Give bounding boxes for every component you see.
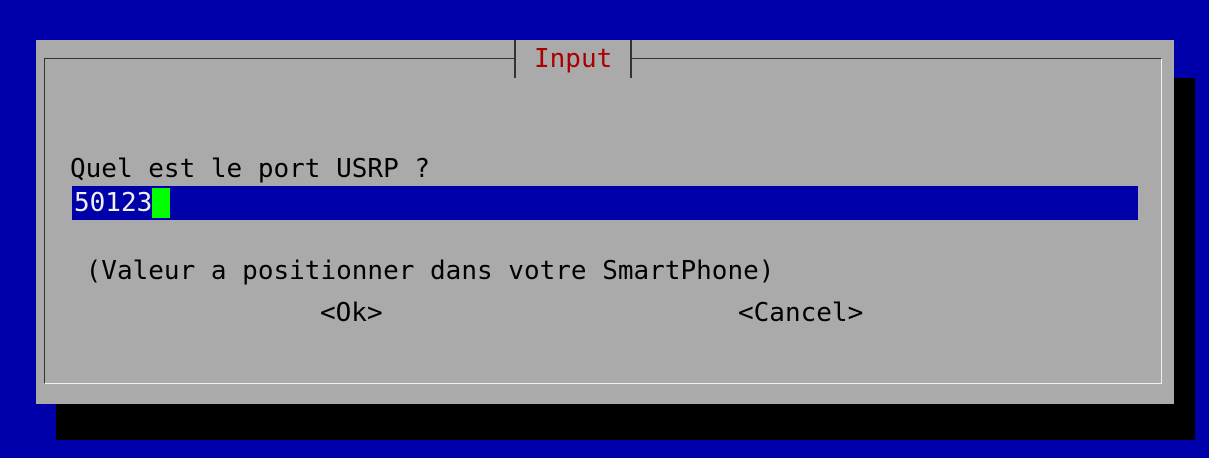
prompt-question: Quel est le port USRP ? — [70, 154, 431, 184]
dialog-title: Input — [514, 40, 633, 78]
text-cursor — [152, 188, 171, 218]
port-input-value: 50123 — [74, 188, 153, 218]
input-dialog: Input Quel est le port USRP ? (Valeur a … — [36, 40, 1174, 404]
ok-button[interactable]: <Ok> — [320, 296, 383, 330]
dialog-prompt: Quel est le port USRP ? (Valeur a positi… — [70, 84, 774, 356]
port-input-field[interactable]: 50123 — [72, 186, 1138, 220]
cancel-button[interactable]: <Cancel> — [738, 296, 863, 330]
prompt-hint: (Valeur a positionner dans votre SmartPh… — [70, 256, 775, 286]
